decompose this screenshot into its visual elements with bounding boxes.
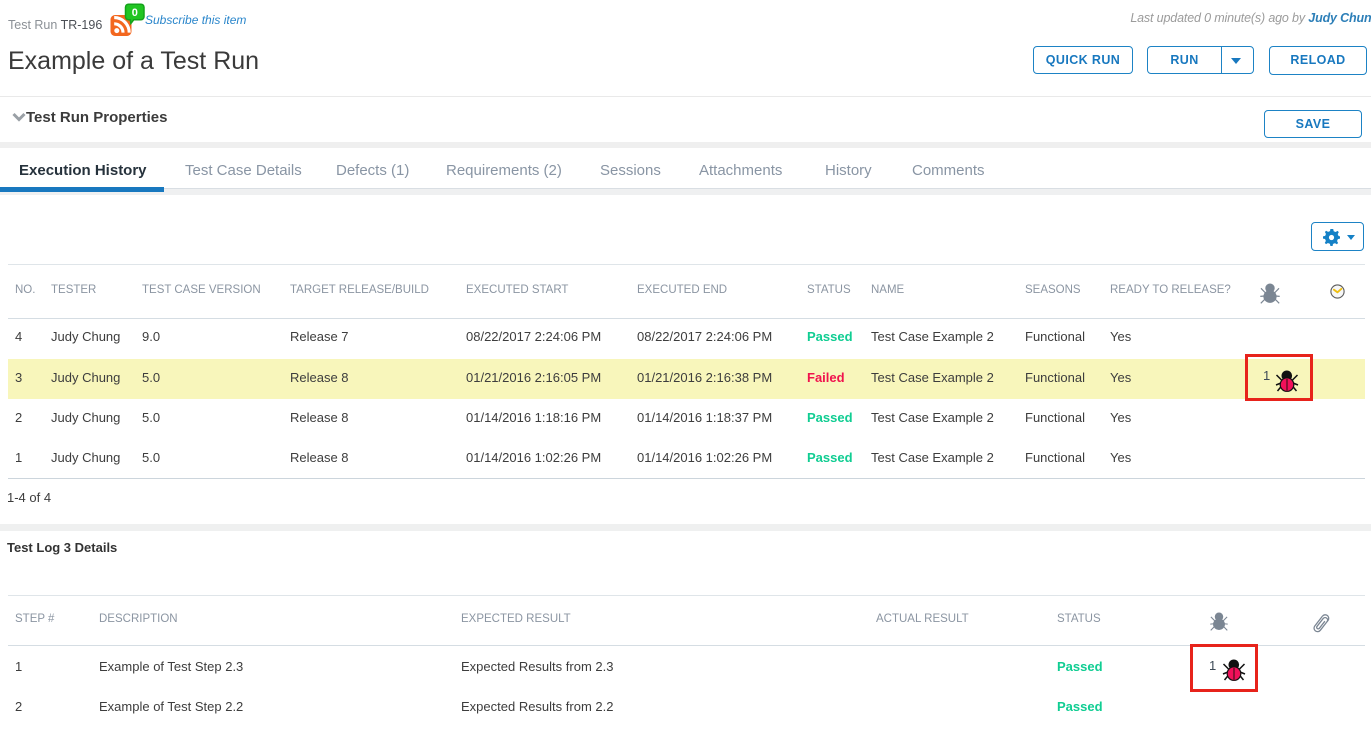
svg-text:0: 0 — [132, 7, 138, 19]
